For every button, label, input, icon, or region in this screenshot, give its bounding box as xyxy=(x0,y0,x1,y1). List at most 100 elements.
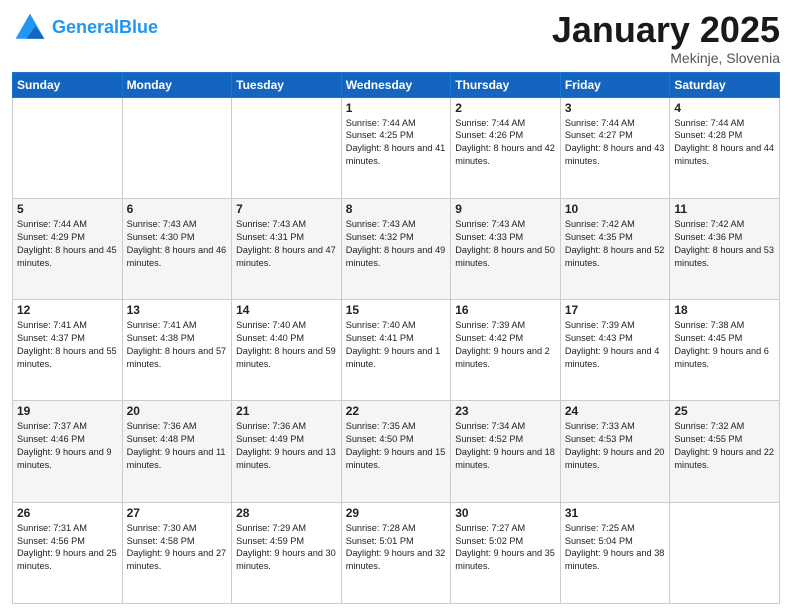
day-number: 11 xyxy=(674,202,775,216)
day-number: 24 xyxy=(565,404,666,418)
calendar-cell: 13Sunrise: 7:41 AM Sunset: 4:38 PM Dayli… xyxy=(122,300,232,401)
title-block: January 2025 Mekinje, Slovenia xyxy=(552,10,780,66)
calendar-cell: 4Sunrise: 7:44 AM Sunset: 4:28 PM Daylig… xyxy=(670,97,780,198)
day-info: Sunrise: 7:35 AM Sunset: 4:50 PM Dayligh… xyxy=(346,420,447,472)
day-info: Sunrise: 7:36 AM Sunset: 4:48 PM Dayligh… xyxy=(127,420,228,472)
day-info: Sunrise: 7:31 AM Sunset: 4:56 PM Dayligh… xyxy=(17,522,118,574)
day-number: 27 xyxy=(127,506,228,520)
day-info: Sunrise: 7:42 AM Sunset: 4:36 PM Dayligh… xyxy=(674,218,775,270)
day-number: 25 xyxy=(674,404,775,418)
day-info: Sunrise: 7:41 AM Sunset: 4:38 PM Dayligh… xyxy=(127,319,228,371)
day-number: 3 xyxy=(565,101,666,115)
day-info: Sunrise: 7:44 AM Sunset: 4:29 PM Dayligh… xyxy=(17,218,118,270)
calendar-cell: 12 Sunrise: 7:41 AM Sunset: 4:37 PM Dayli… xyxy=(13,300,123,401)
calendar-cell: 29 Sunrise: 7:28 AM Sunset: 5:01 PM Dayli… xyxy=(341,502,451,603)
calendar-cell: 18Sunrise: 7:38 AM Sunset: 4:45 PM Dayli… xyxy=(670,300,780,401)
day-number: 14 xyxy=(236,303,337,317)
weekday-header-friday: Friday xyxy=(560,72,670,97)
week-row-2: 5 Sunrise: 7:44 AM Sunset: 4:29 PM Daylig… xyxy=(13,198,780,299)
calendar-body: 1Sunrise: 7:44 AM Sunset: 4:25 PM Daylig… xyxy=(13,97,780,603)
weekday-header-saturday: Saturday xyxy=(670,72,780,97)
calendar-cell: 26 Sunrise: 7:31 AM Sunset: 4:56 PM Dayli… xyxy=(13,502,123,603)
day-info: Sunrise: 7:39 AM Sunset: 4:42 PM Dayligh… xyxy=(455,319,556,371)
calendar-cell xyxy=(13,97,123,198)
logo: GeneralBlue xyxy=(12,10,158,46)
day-info: Sunrise: 7:34 AM Sunset: 4:52 PM Dayligh… xyxy=(455,420,556,472)
day-info: Sunrise: 7:27 AM Sunset: 5:02 PM Dayligh… xyxy=(455,522,556,574)
day-info: Sunrise: 7:40 AM Sunset: 4:40 PM Dayligh… xyxy=(236,319,337,371)
day-info: Sunrise: 7:43 AM Sunset: 4:31 PM Dayligh… xyxy=(236,218,337,270)
calendar-cell: 16 Sunrise: 7:39 AM Sunset: 4:42 PM Dayli… xyxy=(451,300,561,401)
day-number: 15 xyxy=(346,303,447,317)
day-info: Sunrise: 7:33 AM Sunset: 4:53 PM Dayligh… xyxy=(565,420,666,472)
day-number: 10 xyxy=(565,202,666,216)
day-number: 26 xyxy=(17,506,118,520)
day-number: 6 xyxy=(127,202,228,216)
calendar-cell: 21Sunrise: 7:36 AM Sunset: 4:49 PM Dayli… xyxy=(232,401,342,502)
calendar-cell: 9 Sunrise: 7:43 AM Sunset: 4:33 PM Daylig… xyxy=(451,198,561,299)
day-info: Sunrise: 7:44 AM Sunset: 4:26 PM Dayligh… xyxy=(455,117,556,169)
day-info: Sunrise: 7:41 AM Sunset: 4:37 PM Dayligh… xyxy=(17,319,118,371)
day-info: Sunrise: 7:38 AM Sunset: 4:45 PM Dayligh… xyxy=(674,319,775,371)
logo-blue: Blue xyxy=(119,17,158,37)
week-row-1: 1Sunrise: 7:44 AM Sunset: 4:25 PM Daylig… xyxy=(13,97,780,198)
logo-text: GeneralBlue xyxy=(52,18,158,38)
day-number: 9 xyxy=(455,202,556,216)
day-number: 30 xyxy=(455,506,556,520)
weekday-header-tuesday: Tuesday xyxy=(232,72,342,97)
calendar-cell xyxy=(670,502,780,603)
week-row-4: 19 Sunrise: 7:37 AM Sunset: 4:46 PM Dayli… xyxy=(13,401,780,502)
calendar-cell: 6 Sunrise: 7:43 AM Sunset: 4:30 PM Daylig… xyxy=(122,198,232,299)
day-number: 17 xyxy=(565,303,666,317)
calendar-cell: 11 Sunrise: 7:42 AM Sunset: 4:36 PM Dayli… xyxy=(670,198,780,299)
day-info: Sunrise: 7:42 AM Sunset: 4:35 PM Dayligh… xyxy=(565,218,666,270)
day-info: Sunrise: 7:30 AM Sunset: 4:58 PM Dayligh… xyxy=(127,522,228,574)
calendar-cell: 30 Sunrise: 7:27 AM Sunset: 5:02 PM Dayli… xyxy=(451,502,561,603)
weekday-header-wednesday: Wednesday xyxy=(341,72,451,97)
calendar-header: SundayMondayTuesdayWednesdayThursdayFrid… xyxy=(13,72,780,97)
day-info: Sunrise: 7:36 AM Sunset: 4:49 PM Dayligh… xyxy=(236,420,337,472)
day-info: Sunrise: 7:29 AM Sunset: 4:59 PM Dayligh… xyxy=(236,522,337,574)
weekday-header-thursday: Thursday xyxy=(451,72,561,97)
week-row-5: 26 Sunrise: 7:31 AM Sunset: 4:56 PM Dayli… xyxy=(13,502,780,603)
day-info: Sunrise: 7:25 AM Sunset: 5:04 PM Dayligh… xyxy=(565,522,666,574)
day-info: Sunrise: 7:43 AM Sunset: 4:33 PM Dayligh… xyxy=(455,218,556,270)
day-number: 29 xyxy=(346,506,447,520)
calendar-cell: 19 Sunrise: 7:37 AM Sunset: 4:46 PM Dayli… xyxy=(13,401,123,502)
weekday-header-sunday: Sunday xyxy=(13,72,123,97)
calendar-cell: 15Sunrise: 7:40 AM Sunset: 4:41 PM Dayli… xyxy=(341,300,451,401)
day-number: 5 xyxy=(17,202,118,216)
calendar-cell: 10 Sunrise: 7:42 AM Sunset: 4:35 PM Dayli… xyxy=(560,198,670,299)
day-info: Sunrise: 7:28 AM Sunset: 5:01 PM Dayligh… xyxy=(346,522,447,574)
day-number: 8 xyxy=(346,202,447,216)
day-info: Sunrise: 7:39 AM Sunset: 4:43 PM Dayligh… xyxy=(565,319,666,371)
calendar-cell: 7Sunrise: 7:43 AM Sunset: 4:31 PM Daylig… xyxy=(232,198,342,299)
logo-icon xyxy=(12,10,48,46)
day-info: Sunrise: 7:43 AM Sunset: 4:32 PM Dayligh… xyxy=(346,218,447,270)
day-number: 28 xyxy=(236,506,337,520)
header: GeneralBlue January 2025 Mekinje, Sloven… xyxy=(12,10,780,66)
calendar-cell: 25Sunrise: 7:32 AM Sunset: 4:55 PM Dayli… xyxy=(670,401,780,502)
calendar-cell: 17 Sunrise: 7:39 AM Sunset: 4:43 PM Dayli… xyxy=(560,300,670,401)
day-number: 19 xyxy=(17,404,118,418)
calendar-cell: 14 Sunrise: 7:40 AM Sunset: 4:40 PM Dayli… xyxy=(232,300,342,401)
calendar-cell: 8 Sunrise: 7:43 AM Sunset: 4:32 PM Daylig… xyxy=(341,198,451,299)
calendar-cell: 1Sunrise: 7:44 AM Sunset: 4:25 PM Daylig… xyxy=(341,97,451,198)
calendar-cell: 23 Sunrise: 7:34 AM Sunset: 4:52 PM Dayli… xyxy=(451,401,561,502)
day-number: 1 xyxy=(346,101,447,115)
page: GeneralBlue January 2025 Mekinje, Sloven… xyxy=(0,0,792,612)
month-title: January 2025 xyxy=(552,10,780,50)
day-number: 2 xyxy=(455,101,556,115)
day-info: Sunrise: 7:37 AM Sunset: 4:46 PM Dayligh… xyxy=(17,420,118,472)
weekday-row: SundayMondayTuesdayWednesdayThursdayFrid… xyxy=(13,72,780,97)
day-number: 12 xyxy=(17,303,118,317)
calendar-cell: 28 Sunrise: 7:29 AM Sunset: 4:59 PM Dayli… xyxy=(232,502,342,603)
calendar-cell xyxy=(232,97,342,198)
day-number: 23 xyxy=(455,404,556,418)
day-number: 16 xyxy=(455,303,556,317)
day-info: Sunrise: 7:44 AM Sunset: 4:27 PM Dayligh… xyxy=(565,117,666,169)
week-row-3: 12 Sunrise: 7:41 AM Sunset: 4:37 PM Dayli… xyxy=(13,300,780,401)
calendar-cell: 27 Sunrise: 7:30 AM Sunset: 4:58 PM Dayli… xyxy=(122,502,232,603)
calendar-cell xyxy=(122,97,232,198)
day-info: Sunrise: 7:43 AM Sunset: 4:30 PM Dayligh… xyxy=(127,218,228,270)
